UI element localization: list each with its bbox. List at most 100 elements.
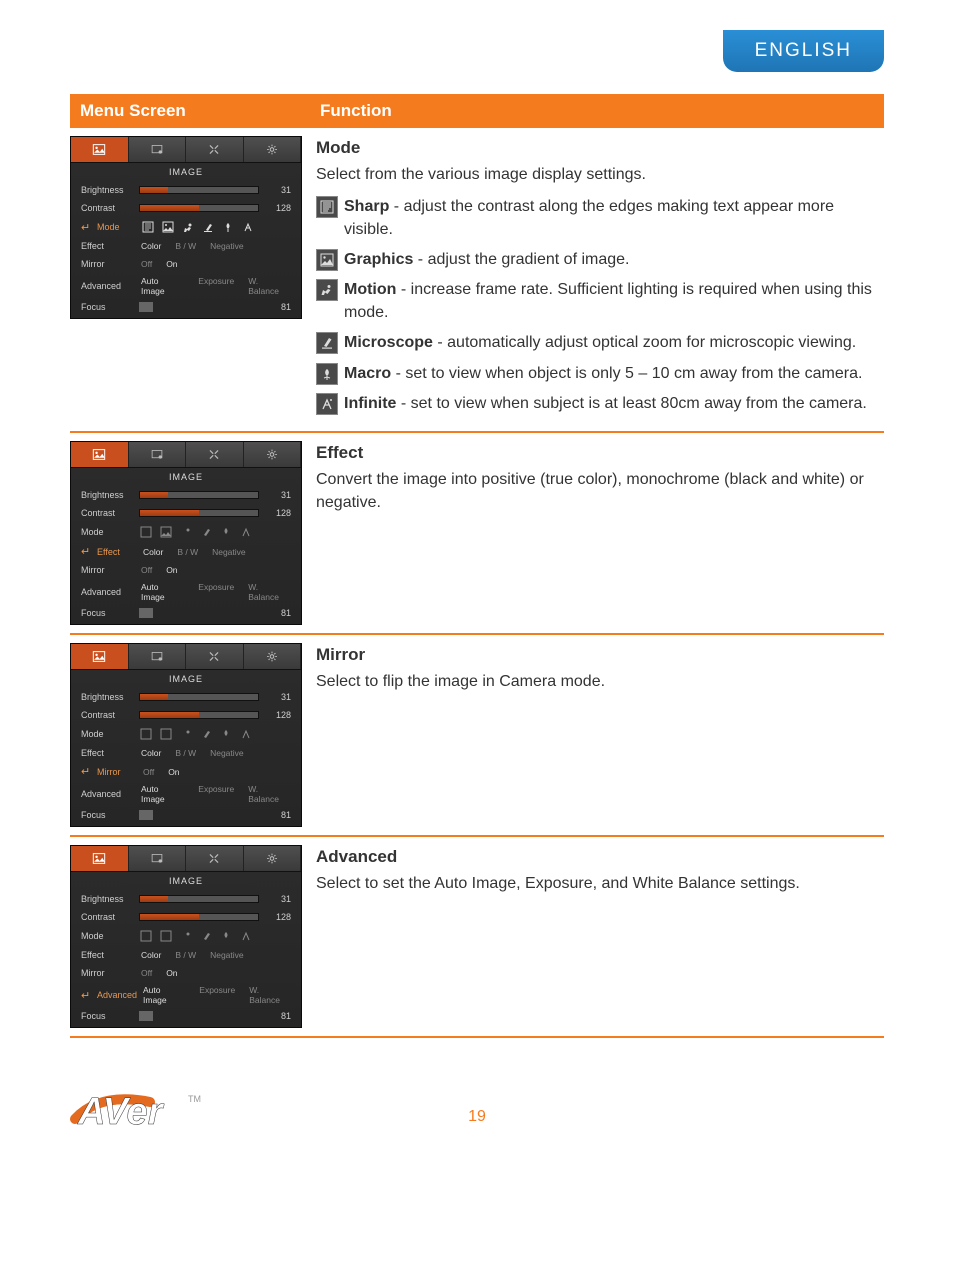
- osd-mirror-label: Mirror: [97, 767, 141, 777]
- enter-arrow-icon: ↵: [81, 221, 93, 234]
- infinite-icon: [239, 929, 253, 943]
- motion-icon: [181, 220, 195, 234]
- brand-logo: AVer TM: [70, 1084, 210, 1134]
- sharp-icon: [139, 929, 153, 943]
- function-title-advanced: Advanced: [316, 845, 878, 869]
- osd-mirror-on: On: [166, 565, 177, 575]
- osd-effect-bw: B / W: [175, 950, 196, 960]
- flag-icon: [139, 302, 153, 312]
- osd-focus-value: 81: [281, 810, 291, 820]
- function-desc-mode: Select from the various image display se…: [316, 164, 878, 186]
- osd-adv-wbalance: W. Balance: [248, 276, 291, 296]
- table-row: IMAGE Brightness31 Contrast128 Mode Effe…: [70, 837, 884, 1038]
- function-title-effect: Effect: [316, 441, 878, 465]
- osd-adv-autoimage: Auto Image: [141, 276, 184, 296]
- sharp-icon: [141, 220, 155, 234]
- osd-mode-label: Mode: [81, 931, 139, 941]
- osd-title: IMAGE: [71, 163, 301, 181]
- osd-adv-wbalance: W. Balance: [249, 985, 291, 1005]
- osd-tab-image-icon: [71, 137, 129, 162]
- osd-focus-label: Focus: [81, 1011, 139, 1021]
- infinite-icon: [239, 727, 253, 741]
- osd-effect-color: Color: [141, 241, 161, 251]
- flag-icon: [139, 1011, 153, 1021]
- osd-focus-label: Focus: [81, 810, 139, 820]
- osd-effect-negative: Negative: [210, 241, 244, 251]
- osd-mirror-off: Off: [141, 968, 152, 978]
- osd-adv-exposure: Exposure: [199, 985, 235, 1005]
- table-row: IMAGE Brightness31 Contrast128 Mode ↵Eff…: [70, 433, 884, 635]
- osd-tab-presentation-icon: [129, 644, 187, 669]
- osd-mirror-on: On: [168, 767, 179, 777]
- function-title-mirror: Mirror: [316, 643, 878, 667]
- macro-icon: [219, 929, 233, 943]
- osd-adv-wbalance: W. Balance: [248, 784, 291, 804]
- osd-effect-label: Effect: [81, 748, 139, 758]
- osd-focus-value: 81: [281, 1011, 291, 1021]
- osd-brightness-value: 31: [269, 490, 291, 500]
- osd-effect-bw: B / W: [175, 748, 196, 758]
- osd-mirror-on: On: [166, 968, 177, 978]
- col-header-menu-screen: Menu Screen: [70, 96, 310, 126]
- osd-tab-tools-icon: [186, 644, 244, 669]
- table-row: IMAGE Brightness31 Contrast128 ↵Mode Eff…: [70, 128, 884, 433]
- enter-arrow-icon: ↵: [81, 765, 93, 778]
- sharp-icon: [139, 525, 153, 539]
- osd-screenshot-mode: IMAGE Brightness31 Contrast128 ↵Mode Eff…: [70, 136, 302, 319]
- osd-screenshot-mirror: IMAGE Brightness31 Contrast128 Mode Effe…: [70, 643, 302, 827]
- col-header-function: Function: [310, 96, 884, 126]
- osd-brightness-label: Brightness: [81, 185, 139, 195]
- mode-name-graphics: Graphics: [344, 251, 413, 268]
- mode-name-sharp: Sharp: [344, 198, 389, 215]
- enter-arrow-icon: ↵: [81, 989, 93, 1002]
- sharp-icon: [139, 727, 153, 741]
- microscope-icon: [199, 727, 213, 741]
- svg-text:TM: TM: [188, 1094, 201, 1104]
- osd-mirror-off: Off: [141, 259, 152, 269]
- osd-effect-label: Effect: [97, 547, 141, 557]
- function-title-mode: Mode: [316, 136, 878, 160]
- osd-mirror-off: Off: [141, 565, 152, 575]
- osd-title: IMAGE: [71, 872, 301, 890]
- osd-focus-label: Focus: [81, 608, 139, 618]
- osd-brightness-value: 31: [269, 894, 291, 904]
- osd-adv-exposure: Exposure: [198, 276, 234, 296]
- osd-mirror-on: On: [166, 259, 177, 269]
- osd-contrast-label: Contrast: [81, 203, 139, 213]
- osd-adv-autoimage: Auto Image: [143, 985, 185, 1005]
- osd-mode-label: Mode: [81, 527, 139, 537]
- osd-tab-settings-icon: [244, 442, 302, 467]
- macro-icon: [219, 727, 233, 741]
- osd-advanced-label: Advanced: [97, 990, 141, 1000]
- osd-title: IMAGE: [71, 468, 301, 486]
- osd-contrast-label: Contrast: [81, 508, 139, 518]
- osd-contrast-label: Contrast: [81, 912, 139, 922]
- osd-mirror-off: Off: [143, 767, 154, 777]
- table-header-row: Menu Screen Function: [70, 94, 884, 128]
- osd-title: IMAGE: [71, 670, 301, 688]
- function-desc-mirror: Select to flip the image in Camera mode.: [316, 671, 878, 693]
- osd-effect-color: Color: [141, 748, 161, 758]
- osd-adv-exposure: Exposure: [198, 582, 234, 602]
- motion-icon: [179, 727, 193, 741]
- graphics-icon: [159, 727, 173, 741]
- osd-brightness-value: 31: [269, 692, 291, 702]
- mode-text-motion: - increase frame rate. Sufficient lighti…: [344, 281, 872, 320]
- mode-name-microscope: Microscope: [344, 334, 433, 351]
- microscope-icon: [199, 929, 213, 943]
- osd-tab-settings-icon: [244, 846, 302, 871]
- function-desc-effect: Convert the image into positive (true co…: [316, 469, 878, 514]
- osd-brightness-label: Brightness: [81, 894, 139, 904]
- osd-effect-color: Color: [143, 547, 163, 557]
- osd-mirror-label: Mirror: [81, 565, 139, 575]
- microscope-icon: [199, 525, 213, 539]
- osd-brightness-label: Brightness: [81, 692, 139, 702]
- macro-icon: [219, 525, 233, 539]
- page-number: 19: [468, 1108, 486, 1126]
- function-desc-advanced: Select to set the Auto Image, Exposure, …: [316, 873, 878, 895]
- motion-icon: [179, 525, 193, 539]
- mode-name-motion: Motion: [344, 281, 396, 298]
- osd-screenshot-effect: IMAGE Brightness31 Contrast128 Mode ↵Eff…: [70, 441, 302, 625]
- sharp-icon: [316, 196, 338, 218]
- graphics-icon: [316, 249, 338, 271]
